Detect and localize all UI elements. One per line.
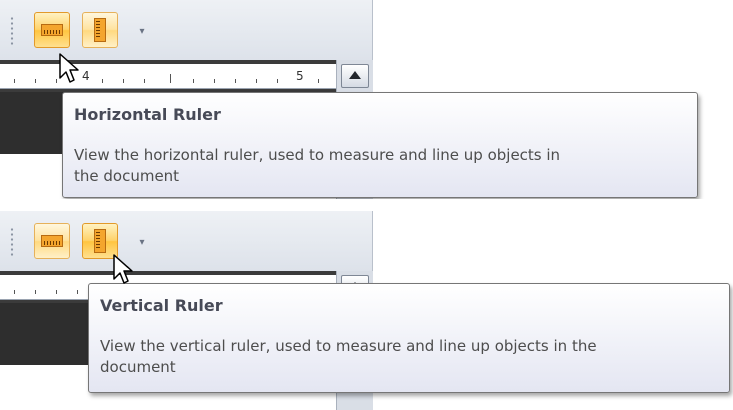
mouse-pointer-icon <box>113 254 133 284</box>
vertical-ruler-icon <box>94 229 106 253</box>
toolbar-grip[interactable] <box>10 16 14 46</box>
tooltip-body-line: View the vertical ruler, used to measure… <box>100 337 597 355</box>
toolbar: ▾ <box>0 211 373 271</box>
horizontal-ruler-button[interactable] <box>34 12 70 48</box>
horizontal-ruler-icon <box>41 235 63 247</box>
panel-horizontal-ruler: ▾ 4 5 Horizontal Ruler View the horizont… <box>0 0 733 199</box>
horizontal-ruler-button[interactable] <box>34 223 70 259</box>
tooltip-vertical-ruler: Vertical Ruler View the vertical ruler, … <box>88 283 730 393</box>
panel-vertical-ruler: ▾ Vertical Ruler View the vertical ruler… <box>0 211 733 410</box>
tooltip-horizontal-ruler: Horizontal Ruler View the horizontal rul… <box>62 92 698 198</box>
scroll-up-button[interactable] <box>341 64 369 88</box>
ruler-number: 4 <box>82 69 90 83</box>
horizontal-ruler-icon <box>41 24 63 36</box>
tooltip-body: View the horizontal ruler, used to measu… <box>74 145 560 187</box>
toolbar-dropdown-chevron-icon[interactable]: ▾ <box>134 24 150 40</box>
tooltip-title: Horizontal Ruler <box>74 105 221 124</box>
vertical-ruler-button[interactable] <box>82 12 118 48</box>
toolbar-grip[interactable] <box>10 227 14 257</box>
tooltip-body: View the vertical ruler, used to measure… <box>100 336 597 378</box>
toolbar: ▾ <box>0 0 373 60</box>
vertical-ruler-icon <box>94 18 106 42</box>
tooltip-body-line: the document <box>74 167 180 185</box>
ruler-face: 4 5 <box>0 64 336 89</box>
horizontal-ruler: 4 5 <box>0 60 372 92</box>
tooltip-body-line: document <box>100 358 176 376</box>
toolbar-dropdown-chevron-icon[interactable]: ▾ <box>134 235 150 251</box>
tooltip-title: Vertical Ruler <box>100 296 223 315</box>
mouse-pointer-icon <box>59 53 79 83</box>
tooltip-body-line: View the horizontal ruler, used to measu… <box>74 146 561 164</box>
ruler-number: 5 <box>296 69 304 83</box>
